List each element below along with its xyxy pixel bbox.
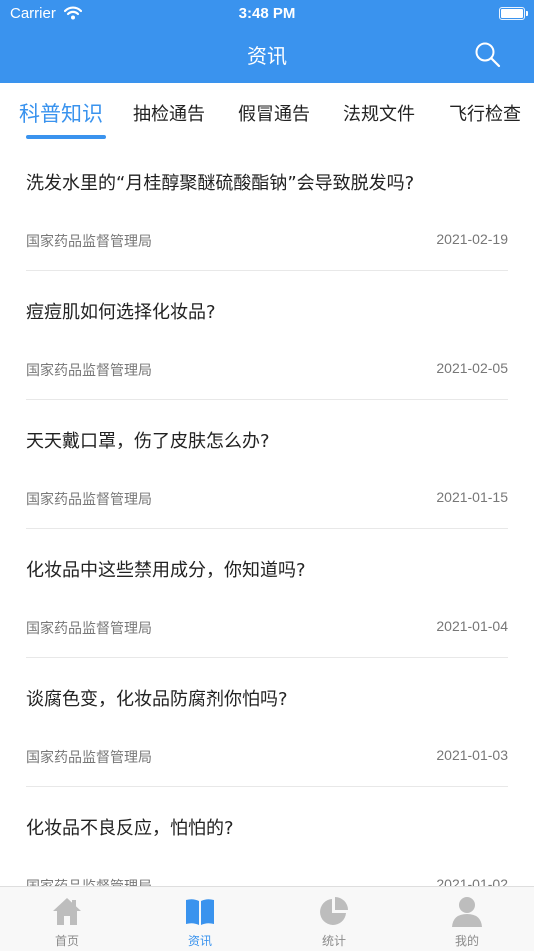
tab-bar-home[interactable]: 首页 (0, 887, 134, 951)
article-date: 2021-02-05 (436, 360, 508, 376)
tab-feixing[interactable]: 飞行检查 (449, 100, 521, 126)
bottom-tab-bar: 首页 资讯 统计 我的 (0, 886, 534, 951)
article-title: 谈腐色变，化妆品防腐剂你怕吗? (26, 689, 288, 710)
home-icon (53, 898, 81, 925)
tab-bar-label: 资讯 (187, 934, 212, 948)
list-item[interactable]: 洗发水里的“月桂醇聚醚硫酸酯钠”会导致脱发吗? 国家药品监督管理局 2021-0… (26, 141, 508, 271)
list-item[interactable]: 化妆品不良反应，怕怕的? 国家药品监督管理局 2021-01-02 (26, 786, 508, 886)
article-title: 痘痘肌如何选择化妆品? (26, 302, 216, 323)
list-item[interactable]: 化妆品中这些禁用成分，你知道吗? 国家药品监督管理局 2021-01-04 (26, 528, 508, 658)
article-date: 2021-01-02 (436, 876, 508, 886)
status-time: 3:48 PM (238, 5, 296, 22)
article-date: 2021-01-04 (436, 618, 508, 634)
article-list: 洗发水里的“月桂醇聚醚硫酸酯钠”会导致脱发吗? 国家药品监督管理局 2021-0… (0, 141, 534, 886)
tab-choujian[interactable]: 抽检通告 (133, 100, 205, 126)
list-item[interactable]: 天天戴口罩，伤了皮肤怎么办? 国家药品监督管理局 2021-01-15 (26, 399, 508, 529)
article-source: 国家药品监督管理局 (26, 363, 152, 379)
tab-bar-label: 首页 (54, 934, 79, 948)
tab-jiamao[interactable]: 假冒通告 (238, 100, 310, 126)
battery-icon (499, 7, 528, 20)
tab-bar-stats[interactable]: 统计 (267, 887, 401, 951)
active-tab-indicator (26, 135, 106, 139)
article-source: 国家药品监督管理局 (26, 234, 152, 250)
search-icon (475, 42, 501, 68)
tab-bar-profile[interactable]: 我的 (400, 887, 534, 951)
article-title: 天天戴口罩，伤了皮肤怎么办? (26, 431, 270, 452)
article-title: 洗发水里的“月桂醇聚醚硫酸酯钠”会导致脱发吗? (26, 173, 415, 194)
tab-bar-news[interactable]: 资讯 (133, 887, 267, 951)
category-tabs: 科普知识 抽检通告 假冒通告 法规文件 飞行检查 (0, 83, 534, 141)
list-item[interactable]: 谈腐色变，化妆品防腐剂你怕吗? 国家药品监督管理局 2021-01-03 (26, 657, 508, 787)
article-source: 国家药品监督管理局 (26, 492, 152, 508)
header: Carrier 3:48 PM 资讯 (0, 0, 534, 83)
tab-bar-label: 统计 (321, 934, 346, 948)
tab-bar-label: 我的 (454, 934, 479, 948)
list-item[interactable]: 痘痘肌如何选择化妆品? 国家药品监督管理局 2021-02-05 (26, 270, 508, 400)
article-title: 化妆品中这些禁用成分，你知道吗? (26, 560, 306, 581)
article-title: 化妆品不良反应，怕怕的? (26, 818, 234, 839)
article-source: 国家药品监督管理局 (26, 750, 152, 766)
page-title: 资讯 (247, 44, 287, 68)
article-date: 2021-02-19 (436, 231, 508, 247)
book-icon (186, 899, 214, 925)
article-source: 国家药品监督管理局 (26, 876, 152, 886)
article-date: 2021-01-15 (436, 489, 508, 505)
search-button[interactable] (474, 41, 502, 69)
pie-chart-icon (320, 897, 348, 925)
status-bar: Carrier 3:48 PM (0, 0, 534, 28)
tab-kepu[interactable]: 科普知识 (19, 98, 103, 128)
article-date: 2021-01-03 (436, 747, 508, 763)
user-icon (452, 897, 482, 927)
article-source: 国家药品监督管理局 (26, 621, 152, 637)
tab-fagui[interactable]: 法规文件 (343, 100, 415, 126)
